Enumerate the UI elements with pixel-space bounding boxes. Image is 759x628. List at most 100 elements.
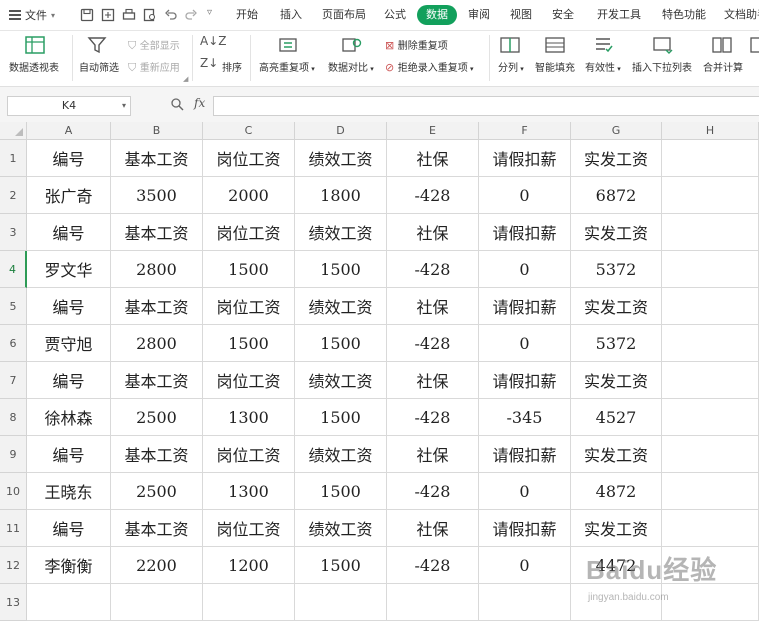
cell-E13[interactable]: [387, 584, 479, 621]
cell-C6[interactable]: 1500: [203, 325, 295, 362]
cell-F5[interactable]: 请假扣薪: [479, 288, 571, 325]
cell-D2[interactable]: 1800: [295, 177, 387, 214]
cell-A7[interactable]: 编号: [27, 362, 111, 399]
row-header[interactable]: 4: [0, 251, 27, 288]
cell-D7[interactable]: 绩效工资: [295, 362, 387, 399]
cell-D12[interactable]: 1500: [295, 547, 387, 584]
file-menu[interactable]: 文件 ▾: [9, 6, 55, 24]
column-header[interactable]: D: [295, 122, 387, 140]
delete-duplicates-button[interactable]: ⊠ 删除重复项: [385, 37, 448, 52]
data-compare-button[interactable]: 数据对比 ▾: [328, 59, 374, 74]
cell-B4[interactable]: 2800: [111, 251, 203, 288]
column-header[interactable]: H: [662, 122, 759, 140]
cell-C4[interactable]: 1500: [203, 251, 295, 288]
cell-A1[interactable]: 编号: [27, 140, 111, 177]
row-header[interactable]: 10: [0, 473, 27, 510]
show-all-button[interactable]: ⛉ 全部显示: [128, 37, 180, 53]
cell-B6[interactable]: 2800: [111, 325, 203, 362]
cell-H1[interactable]: [662, 140, 759, 177]
cell-B13[interactable]: [111, 584, 203, 621]
cell-E10[interactable]: -428: [387, 473, 479, 510]
cell-G10[interactable]: 4872: [571, 473, 662, 510]
cell-D4[interactable]: 1500: [295, 251, 387, 288]
cell-F6[interactable]: 0: [479, 325, 571, 362]
cell-B9[interactable]: 基本工资: [111, 436, 203, 473]
formula-input[interactable]: [213, 96, 759, 116]
fx-label[interactable]: fx: [194, 96, 205, 110]
cell-B2[interactable]: 3500: [111, 177, 203, 214]
column-header[interactable]: E: [387, 122, 479, 140]
cell-G4[interactable]: 5372: [571, 251, 662, 288]
row-header[interactable]: 6: [0, 325, 27, 362]
cell-B1[interactable]: 基本工资: [111, 140, 203, 177]
cell-C9[interactable]: 岗位工资: [203, 436, 295, 473]
cell-B12[interactable]: 2200: [111, 547, 203, 584]
row-header[interactable]: 11: [0, 510, 27, 547]
tab-security[interactable]: 安全: [552, 5, 574, 25]
cell-F13[interactable]: [479, 584, 571, 621]
row-header[interactable]: 8: [0, 399, 27, 436]
cell-A5[interactable]: 编号: [27, 288, 111, 325]
cell-A10[interactable]: 王晓东: [27, 473, 111, 510]
row-header[interactable]: 1: [0, 140, 27, 177]
cell-G6[interactable]: 5372: [571, 325, 662, 362]
tab-doc-assistant[interactable]: 文档助手: [724, 5, 759, 25]
cell-H5[interactable]: [662, 288, 759, 325]
cell-E6[interactable]: -428: [387, 325, 479, 362]
cell-B5[interactable]: 基本工资: [111, 288, 203, 325]
dialog-launcher-icon[interactable]: ◢: [183, 75, 188, 83]
validity-button[interactable]: 有效性 ▾: [585, 59, 621, 74]
cell-H8[interactable]: [662, 399, 759, 436]
sort-descending-icon[interactable]: Z↓: [200, 56, 218, 70]
insert-dropdown-button[interactable]: 插入下拉列表: [632, 59, 692, 74]
cell-F7[interactable]: 请假扣薪: [479, 362, 571, 399]
cell-F10[interactable]: 0: [479, 473, 571, 510]
cell-E1[interactable]: 社保: [387, 140, 479, 177]
column-header[interactable]: A: [27, 122, 111, 140]
cell-B7[interactable]: 基本工资: [111, 362, 203, 399]
cell-G3[interactable]: 实发工资: [571, 214, 662, 251]
column-header[interactable]: C: [203, 122, 295, 140]
cell-D10[interactable]: 1500: [295, 473, 387, 510]
cell-E4[interactable]: -428: [387, 251, 479, 288]
cell-E5[interactable]: 社保: [387, 288, 479, 325]
print-icon[interactable]: [122, 8, 136, 22]
export-icon[interactable]: [101, 8, 115, 22]
pivot-table-button[interactable]: 数据透视表: [9, 59, 59, 74]
cell-A6[interactable]: 贾守旭: [27, 325, 111, 362]
cell-D8[interactable]: 1500: [295, 399, 387, 436]
tab-review[interactable]: 审阅: [468, 5, 490, 25]
cell-C1[interactable]: 岗位工资: [203, 140, 295, 177]
tab-view[interactable]: 视图: [510, 5, 532, 25]
tab-developer[interactable]: 开发工具: [597, 5, 641, 25]
cell-D3[interactable]: 绩效工资: [295, 214, 387, 251]
cell-A12[interactable]: 李衡衡: [27, 547, 111, 584]
cell-G5[interactable]: 实发工资: [571, 288, 662, 325]
tab-formulas[interactable]: 公式: [384, 5, 406, 25]
select-all-corner[interactable]: [0, 122, 27, 140]
cell-C7[interactable]: 岗位工资: [203, 362, 295, 399]
cell-B10[interactable]: 2500: [111, 473, 203, 510]
tab-home[interactable]: 开始: [236, 5, 258, 25]
column-header[interactable]: F: [479, 122, 571, 140]
column-header[interactable]: B: [111, 122, 203, 140]
cell-F4[interactable]: 0: [479, 251, 571, 288]
cell-A13[interactable]: [27, 584, 111, 621]
cell-E8[interactable]: -428: [387, 399, 479, 436]
cell-D1[interactable]: 绩效工资: [295, 140, 387, 177]
cell-F11[interactable]: 请假扣薪: [479, 510, 571, 547]
tab-data[interactable]: 数据: [417, 5, 457, 25]
cell-A8[interactable]: 徐林森: [27, 399, 111, 436]
cell-C11[interactable]: 岗位工资: [203, 510, 295, 547]
cell-D9[interactable]: 绩效工资: [295, 436, 387, 473]
cell-E12[interactable]: -428: [387, 547, 479, 584]
cell-C13[interactable]: [203, 584, 295, 621]
cell-H4[interactable]: [662, 251, 759, 288]
row-header[interactable]: 5: [0, 288, 27, 325]
cell-A3[interactable]: 编号: [27, 214, 111, 251]
row-header[interactable]: 9: [0, 436, 27, 473]
row-header[interactable]: 12: [0, 547, 27, 584]
cell-E9[interactable]: 社保: [387, 436, 479, 473]
cell-H9[interactable]: [662, 436, 759, 473]
cell-F2[interactable]: 0: [479, 177, 571, 214]
